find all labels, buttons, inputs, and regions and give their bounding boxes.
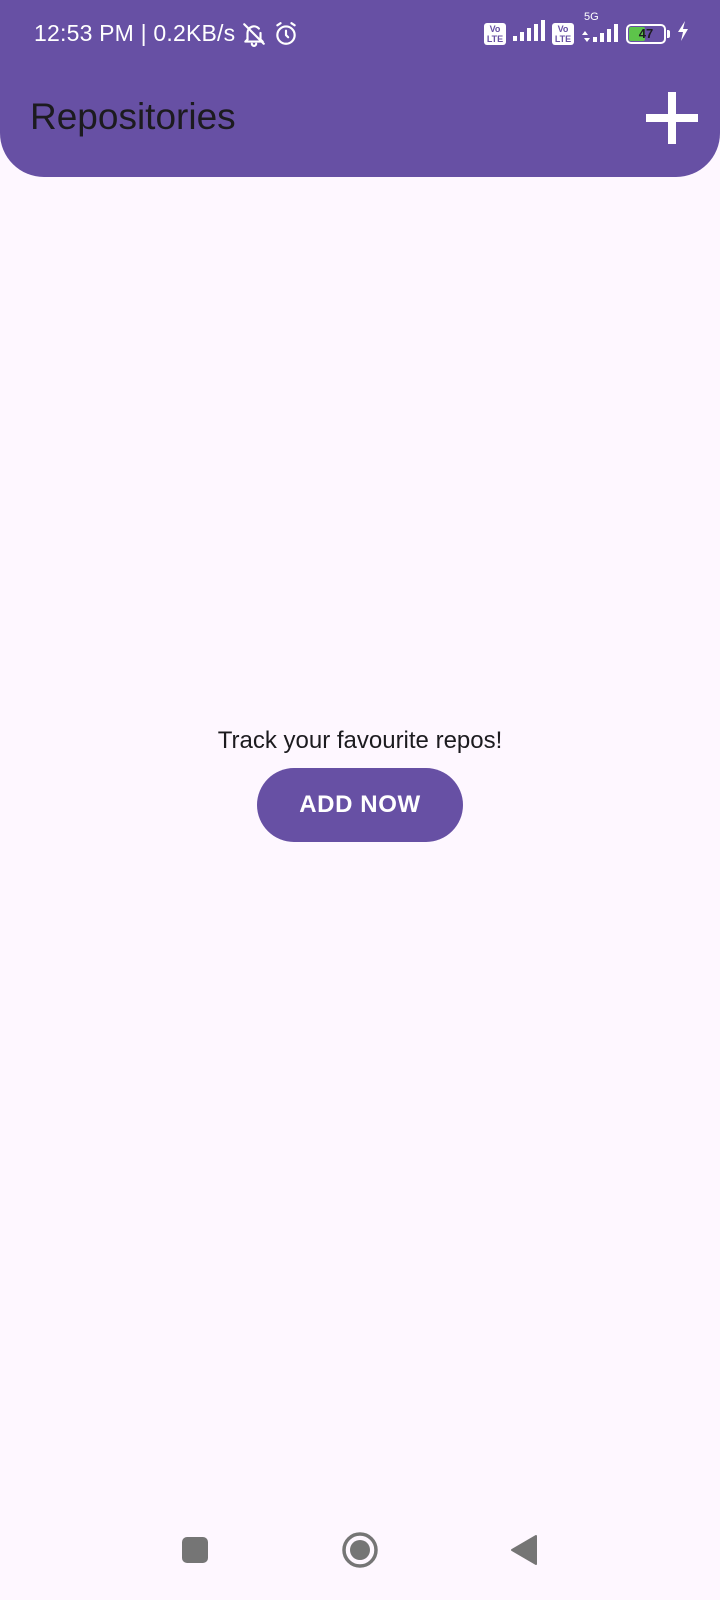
home-button[interactable] (336, 1526, 384, 1574)
square-icon (182, 1537, 208, 1563)
status-time-speed: 12:53 PM | 0.2KB/s (34, 20, 236, 46)
network-gen: 5G (580, 11, 620, 46)
plus-icon (646, 92, 698, 144)
empty-state: Track your favourite repos! ADD NOW (0, 726, 720, 842)
alarm-icon (273, 21, 299, 47)
empty-state-message: Track your favourite repos! (217, 727, 503, 754)
battery-cap (667, 29, 670, 38)
page-title: Repositories (30, 96, 236, 137)
navigation-bar (0, 1506, 720, 1600)
network-gen-label: 5G (584, 11, 599, 23)
app-header: 12:53 PM | 0.2KB/s Vo LTE Vo LTE 5G 47 R… (0, 0, 720, 177)
add-repository-button[interactable] (640, 86, 704, 150)
triangle-back-icon (511, 1535, 537, 1565)
bell-muted-icon (241, 21, 267, 47)
status-left: 12:53 PM | 0.2KB/s (34, 20, 299, 47)
battery-level: 47 (638, 25, 654, 41)
volte-badge-2: Vo LTE (552, 22, 574, 45)
volte-label-2: Vo LTE (554, 23, 572, 44)
status-bar: 12:53 PM | 0.2KB/s Vo LTE Vo LTE 5G 47 (0, 0, 720, 72)
signal-bars-icon-1 (512, 20, 546, 47)
add-now-button[interactable]: ADD NOW (257, 768, 463, 842)
battery-indicator: 47 (626, 23, 666, 44)
recents-button[interactable] (171, 1526, 219, 1574)
volte-badge-1: Vo LTE (484, 22, 506, 45)
status-right: Vo LTE Vo LTE 5G 47 (484, 11, 690, 47)
circle-icon (342, 1532, 378, 1568)
back-button[interactable] (500, 1526, 548, 1574)
charging-bolt-icon (676, 20, 690, 47)
volte-label-1: Vo LTE (486, 23, 504, 44)
